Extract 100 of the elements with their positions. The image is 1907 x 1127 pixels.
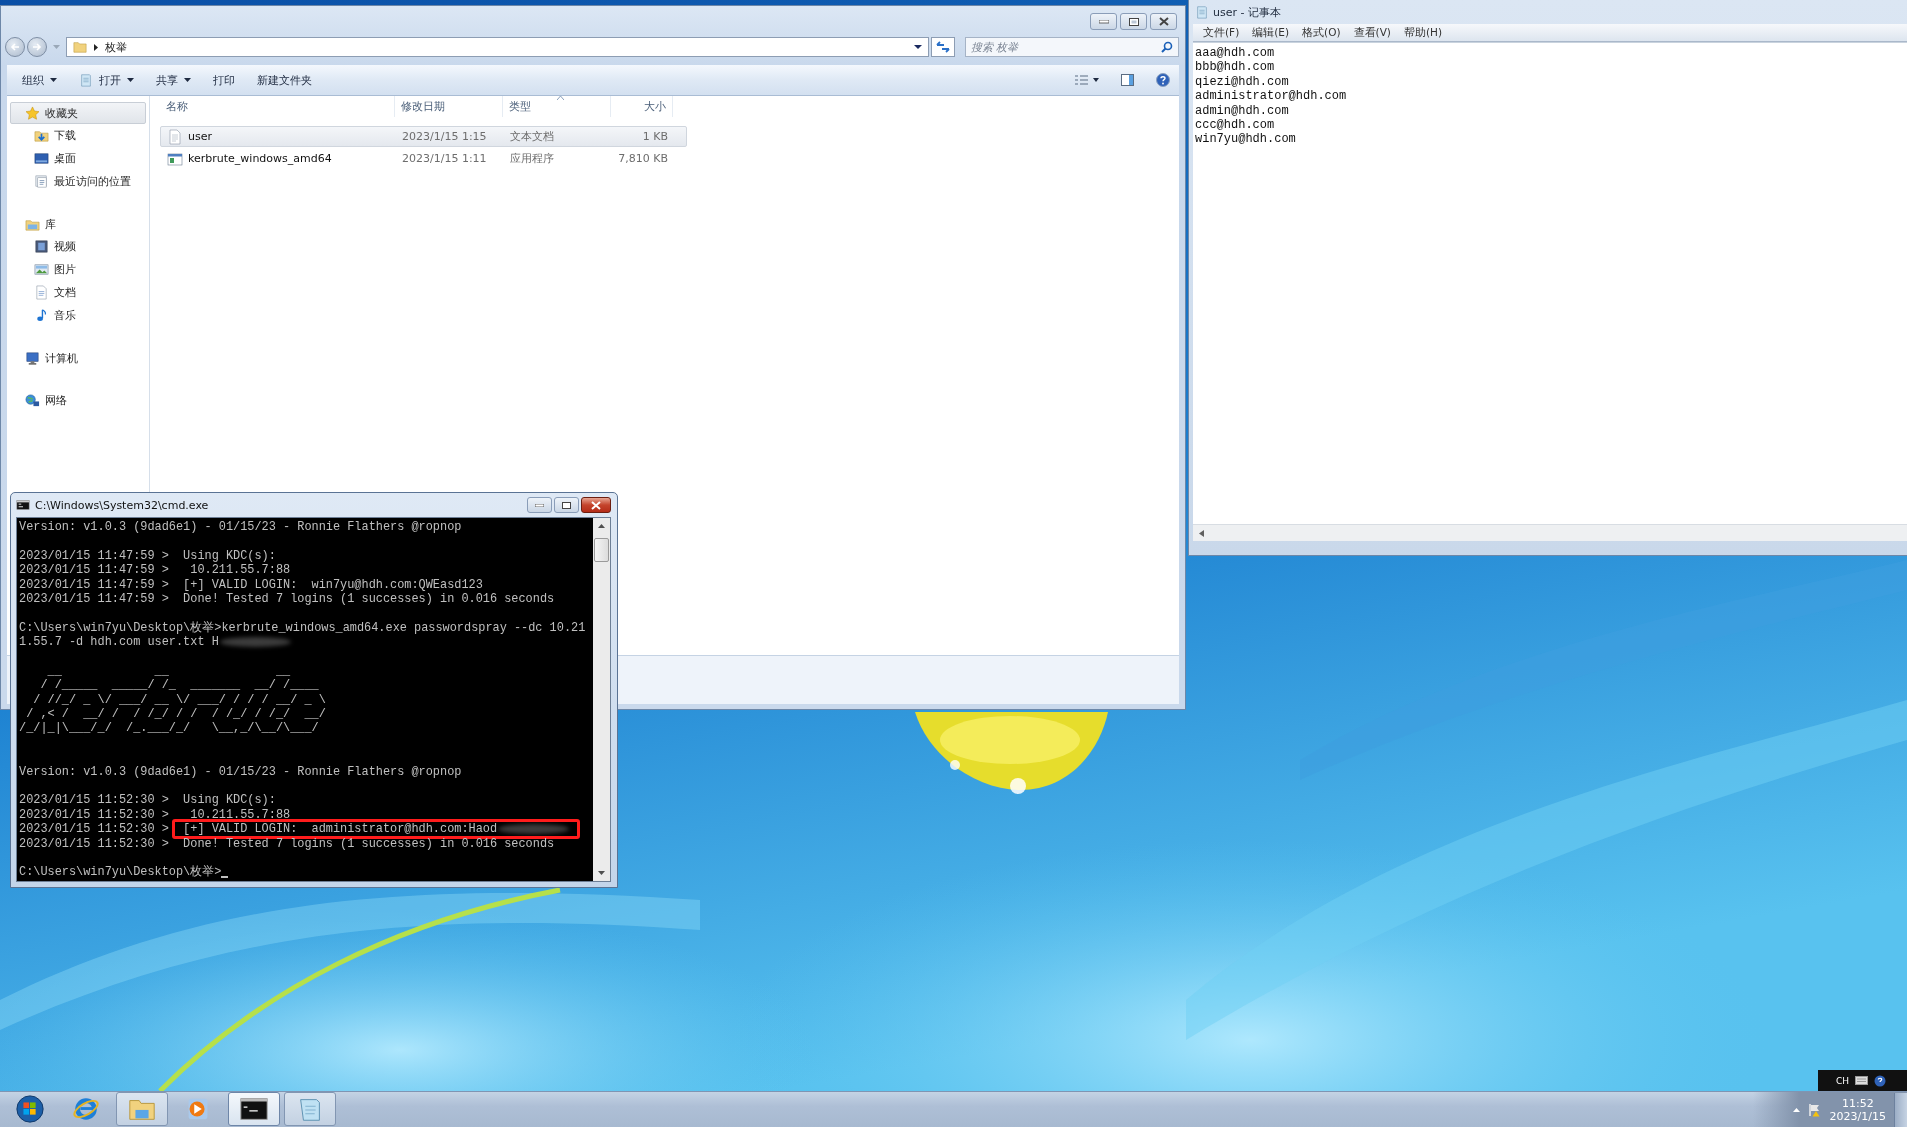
toolbar-button[interactable]: 组织 bbox=[11, 68, 68, 92]
sidebar-item[interactable]: 计算机 bbox=[10, 347, 146, 369]
caret-icon bbox=[127, 78, 134, 82]
network-icon bbox=[25, 392, 40, 408]
toolbar-button[interactable]: 新建文件夹 bbox=[246, 68, 323, 92]
text-line: win7yu@hdh.com bbox=[1195, 132, 1296, 147]
breadcrumb[interactable]: 枚举 bbox=[105, 39, 127, 55]
down-arrow-icon bbox=[598, 871, 605, 875]
computer-icon bbox=[25, 350, 40, 366]
image-icon bbox=[34, 262, 49, 277]
console-line: 2023/01/15 11:52:30 > Using KDC(s): bbox=[19, 793, 276, 808]
console-line: Version: v1.0.3 (9dad6e1) - 01/15/23 - Ronnie Flathers @ropnop bbox=[19, 520, 462, 535]
menu-item[interactable]: 查看(V) bbox=[1353, 25, 1391, 40]
column-header[interactable]: 修改日期 bbox=[395, 96, 503, 117]
text-area[interactable]: aaa@hdh.com bbb@hdh.com qiezi@hdh.com administrator@hdh.com admin@hdh.com ccc@hdh.com win7yu@hdh.com bbox=[1193, 42, 1907, 524]
sidebar-item[interactable]: 桌面 bbox=[10, 147, 146, 170]
maximize-icon bbox=[562, 501, 571, 509]
menu-item[interactable]: 文件(F) bbox=[1203, 25, 1240, 40]
address-bar[interactable]: 枚举 bbox=[66, 37, 929, 57]
sidebar-item[interactable]: 视频 bbox=[10, 235, 146, 258]
sidebar-item[interactable]: 图片 bbox=[10, 258, 146, 281]
start-orb-icon bbox=[15, 1094, 45, 1124]
sidebar-item[interactable]: 收藏夹 bbox=[10, 102, 146, 124]
column-header[interactable]: 类型 bbox=[503, 96, 611, 117]
help-icon[interactable] bbox=[1874, 1074, 1887, 1087]
console-line: / /_____ _____/ /_ _______ __/ /____ bbox=[39, 678, 319, 693]
search-field[interactable]: 搜索 枚举 bbox=[965, 37, 1179, 57]
sidebar-item[interactable]: 音乐 bbox=[10, 304, 146, 327]
taskbar-button[interactable] bbox=[228, 1092, 280, 1126]
file-row[interactable]: kerbrute_windows_amd64 2023/1/15 1:11 应用程序 7,810 KB bbox=[160, 148, 687, 169]
console-line: 1.55.7 -d hdh.com user.txt H bbox=[19, 635, 219, 650]
window-title: user - 记事本 bbox=[1213, 4, 1281, 20]
console-line: / //_/ _ \/ ___/ __ \/ ___/ / / / __/ _ \ bbox=[32, 692, 326, 708]
warning-flag-icon[interactable] bbox=[1807, 1102, 1822, 1117]
console-line: 2023/01/15 11:47:59 > [+] VALID LOGIN: win7yu@hdh.com:QWEasd123 bbox=[19, 577, 483, 592]
clock-time: 11:52 bbox=[1841, 1096, 1874, 1110]
column-header[interactable]: 大小 bbox=[611, 96, 673, 117]
refresh-icon bbox=[936, 41, 950, 53]
notepad-icon bbox=[79, 73, 93, 87]
console-line: Version: v1.0.3 (9dad6e1) - 01/15/23 - Ronnie Flathers @ropnop bbox=[19, 764, 462, 780]
horizontal-scrollbar[interactable] bbox=[1193, 524, 1907, 541]
film-icon bbox=[34, 239, 49, 254]
star-icon bbox=[25, 105, 40, 121]
sidebar-item[interactable]: 库 bbox=[10, 213, 146, 235]
text-line: admin@hdh.com bbox=[1195, 103, 1289, 119]
console-line: 2023/01/15 11:52:30 > Done! Tested 7 logins (1 successes) in 0.016 seconds bbox=[19, 836, 555, 851]
file-row[interactable]: user 2023/1/15 1:15 文本文档 1 KB bbox=[160, 126, 687, 147]
close-button[interactable] bbox=[581, 497, 611, 513]
forward-arrow-icon bbox=[32, 42, 42, 52]
window-title: C:\Windows\System32\cmd.exe bbox=[35, 498, 209, 512]
refresh-button[interactable] bbox=[931, 37, 955, 57]
sidebar-item[interactable]: 网络 bbox=[10, 389, 146, 411]
table-cell-text: 2023/1/15 1:15 bbox=[401, 130, 488, 143]
left-arrow-icon bbox=[1199, 529, 1204, 537]
show-hidden-icons-icon[interactable] bbox=[1792, 1107, 1800, 1112]
keyboard-icon[interactable] bbox=[1855, 1076, 1869, 1085]
menu-item[interactable]: 编辑(E) bbox=[1252, 25, 1290, 40]
search-icon bbox=[1161, 41, 1173, 53]
back-button[interactable] bbox=[5, 37, 25, 57]
sidebar-item[interactable]: 下载 bbox=[10, 124, 146, 147]
close-button[interactable] bbox=[1150, 13, 1177, 30]
text-file-icon bbox=[167, 128, 183, 145]
text-line: bbb@hdh.com bbox=[1195, 60, 1275, 75]
forward-button[interactable] bbox=[27, 37, 47, 57]
caret-icon bbox=[50, 78, 57, 82]
table-cell-text: 1 KB bbox=[641, 130, 669, 143]
table-cell-text: 7,810 KB bbox=[617, 152, 669, 165]
console-line: 2023/01/15 11:47:59 > 10.211.55.7:88 bbox=[19, 563, 291, 578]
table-cell-text: 应用程序 bbox=[509, 151, 555, 166]
back-arrow-icon bbox=[10, 42, 20, 52]
maximize-button[interactable] bbox=[1120, 13, 1147, 30]
list-view-icon bbox=[1075, 75, 1099, 85]
console-icon bbox=[16, 498, 30, 512]
caret-icon[interactable] bbox=[914, 45, 922, 49]
download-folder-icon bbox=[34, 128, 49, 143]
console-line: 2023/01/15 11:52:30 > 10.211.55.7:88 bbox=[19, 807, 291, 823]
column-header[interactable]: 名称 bbox=[160, 96, 395, 117]
sidebar-item[interactable]: 文档 bbox=[10, 281, 146, 304]
console-line: C:\Users\win7yu\Desktop\枚举>kerbrute_windows_amd64.exe passwordspray --dc 10.21 bbox=[19, 620, 586, 636]
minimize-icon bbox=[535, 503, 544, 507]
vertical-scrollbar[interactable] bbox=[593, 518, 610, 881]
scroll-thumb[interactable] bbox=[594, 538, 609, 562]
help-icon bbox=[1156, 73, 1170, 87]
language-indicator[interactable]: CH bbox=[1836, 1075, 1850, 1086]
menu-item[interactable]: 帮助(H) bbox=[1403, 25, 1442, 40]
console-line: __ __ __ bbox=[46, 663, 291, 679]
music-note-icon bbox=[34, 308, 49, 323]
caret-icon bbox=[184, 78, 191, 82]
text-line: qiezi@hdh.com bbox=[1195, 74, 1289, 90]
show-desktop-button[interactable] bbox=[1894, 1092, 1907, 1127]
console-line: 2023/01/15 11:52:30 > [+] VALID LOGIN: administrator@hdh.com:Haod bbox=[19, 822, 498, 837]
maximize-button[interactable] bbox=[554, 497, 579, 513]
sidebar-item[interactable]: 最近访问的位置 bbox=[10, 170, 146, 193]
table-cell-text: 2023/1/15 1:11 bbox=[401, 152, 488, 165]
toolbar-button[interactable]: 共享 bbox=[145, 68, 202, 92]
toolbar-button[interactable]: 打印 bbox=[202, 68, 246, 92]
clock-date: 2023/1/15 bbox=[1829, 1109, 1886, 1123]
chevron-icon bbox=[94, 43, 98, 51]
menu-item[interactable]: 格式(O) bbox=[1302, 25, 1341, 40]
toolbar-button[interactable]: 打开 bbox=[68, 68, 145, 92]
